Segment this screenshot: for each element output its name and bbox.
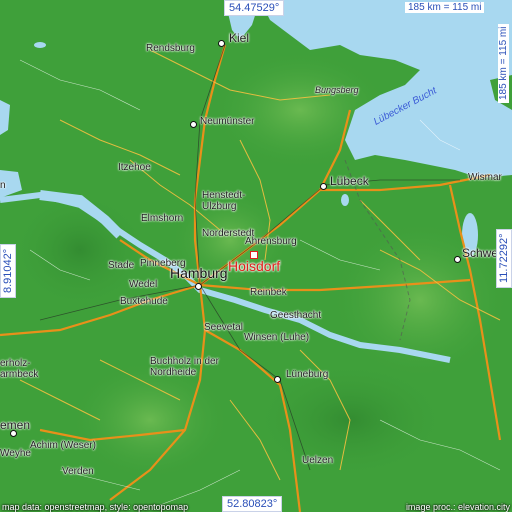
place-stade: Stade	[108, 260, 135, 271]
place-reinbek: Reinbek	[250, 287, 287, 298]
scale-horizontal: 185 km = 115 mi	[405, 2, 485, 13]
place-schwerin: Schwe	[462, 246, 499, 260]
place-neumuenster: Neumünster	[200, 116, 255, 127]
scale-vertical: 185 km = 115 mi	[498, 23, 509, 103]
city-marker-neumuenster	[190, 121, 197, 128]
coord-top: 54.47529°	[224, 0, 285, 16]
city-marker-kiel	[218, 40, 225, 47]
place-verden: Verden	[62, 466, 94, 477]
place-weyhe: Weyhe	[0, 448, 31, 459]
highlight-label: Hoisdorf	[228, 258, 281, 274]
attribution-left: map data: openstreetmap, style: opentopo…	[2, 502, 189, 512]
city-marker-bremen	[10, 430, 17, 437]
attribution-right: image proc.: elevation.city	[405, 502, 510, 512]
city-marker-luebeck	[320, 183, 327, 190]
place-kiel: Kiel	[229, 31, 250, 45]
place-uelzen: Uelzen	[302, 455, 334, 466]
place-hamburg: Hamburg	[170, 265, 228, 281]
coord-bottom: 52.80823°	[222, 496, 283, 512]
place-luebeck: Lübeck	[330, 174, 369, 188]
place-west-edge-n: n	[0, 180, 6, 191]
place-wedel: Wedel	[129, 279, 158, 290]
place-buchholz: Buchholz in der Nordheide	[150, 356, 219, 378]
place-osterholz: erholz- armbeck	[0, 358, 39, 380]
city-marker-lueneburg	[274, 376, 281, 383]
place-achim: Achim (Weser)	[30, 440, 96, 451]
place-seevetal: Seevetal	[204, 322, 243, 333]
coord-left: 8.91042°	[0, 243, 16, 298]
place-itzehoe: Itzehoe	[118, 162, 151, 173]
place-winsen: Winsen (Luhe)	[244, 332, 310, 343]
place-wismar: Wismar	[468, 172, 502, 183]
map-view[interactable]: Kiel Rendsburg Bungsberg Neumünster Itze…	[0, 0, 512, 512]
place-henstedt: Henstedt- Ulzburg	[202, 190, 246, 212]
place-bungsberg: Bungsberg	[315, 85, 359, 95]
place-geesthacht: Geesthacht	[270, 310, 322, 321]
place-buxtehude: Buxtehude	[120, 296, 168, 307]
city-marker-schwerin	[454, 256, 461, 263]
place-lueneburg: Lüneburg	[286, 369, 329, 380]
coord-right: 11.72292°	[496, 228, 512, 288]
place-ahrensburg: Ahrensburg	[245, 236, 297, 247]
place-bremen: emen	[0, 418, 31, 432]
city-marker-hamburg	[195, 283, 202, 290]
place-rendsburg: Rendsburg	[146, 43, 195, 54]
place-elmshorn: Elmshorn	[141, 213, 184, 224]
